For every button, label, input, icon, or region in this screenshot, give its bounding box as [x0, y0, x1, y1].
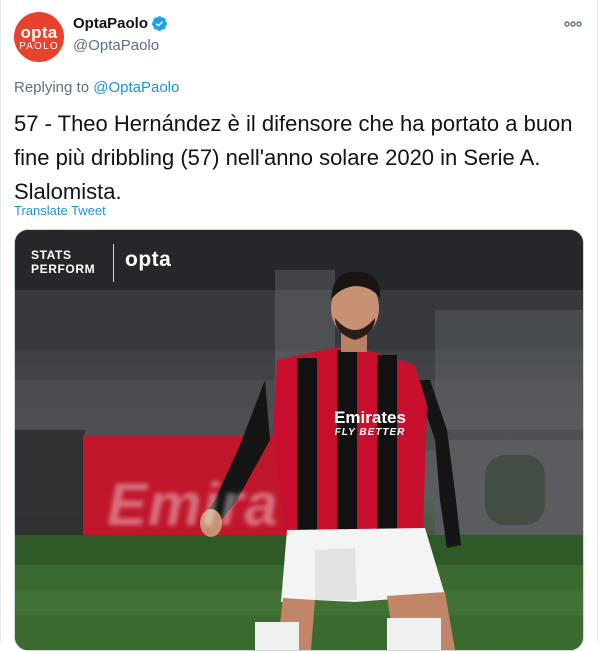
- more-horizontal-icon[interactable]: [562, 14, 584, 34]
- frame-border-right: [597, 0, 598, 642]
- shirt-sponsor-slogan: FLY BETTER: [334, 427, 406, 438]
- photo-illustration: [15, 230, 583, 650]
- replying-to-mention-link[interactable]: @OptaPaolo: [93, 79, 179, 96]
- translate-tweet-link[interactable]: Translate Tweet: [14, 203, 106, 218]
- avatar[interactable]: opta PAOLO: [14, 12, 64, 62]
- tweet-media-image[interactable]: Emira STATS PERFORM opta Emirates FLY BE…: [14, 229, 584, 651]
- stats-perform-logo-line2: PERFORM: [31, 262, 96, 276]
- avatar-text-paolo: PAOLO: [19, 40, 59, 52]
- logo-divider: [113, 244, 114, 282]
- background-banner-text: Emira: [107, 471, 279, 538]
- author-row: OptaPaolo: [73, 15, 168, 32]
- frame-border-left: [0, 0, 1, 642]
- verified-badge-icon: [152, 16, 167, 31]
- opta-logo: opta: [125, 248, 172, 271]
- stats-perform-logo: STATS PERFORM: [31, 248, 95, 276]
- handle[interactable]: @OptaPaolo: [73, 37, 159, 54]
- stats-perform-logo-line1: STATS: [31, 248, 72, 262]
- tweet[interactable]: opta PAOLO OptaPaolo @OptaPaolo Replying…: [0, 0, 600, 651]
- display-name[interactable]: OptaPaolo: [73, 15, 148, 32]
- avatar-text-opta: opta: [20, 22, 58, 42]
- shirt-sponsor: Emirates FLY BETTER: [325, 408, 415, 439]
- replying-to-label: Replying to: [14, 79, 94, 96]
- tweet-text: 57 - Theo Hernández è il difensore che h…: [14, 111, 573, 204]
- shirt-sponsor-name: Emirates: [334, 408, 406, 427]
- replying-to: Replying to @OptaPaolo: [14, 79, 179, 96]
